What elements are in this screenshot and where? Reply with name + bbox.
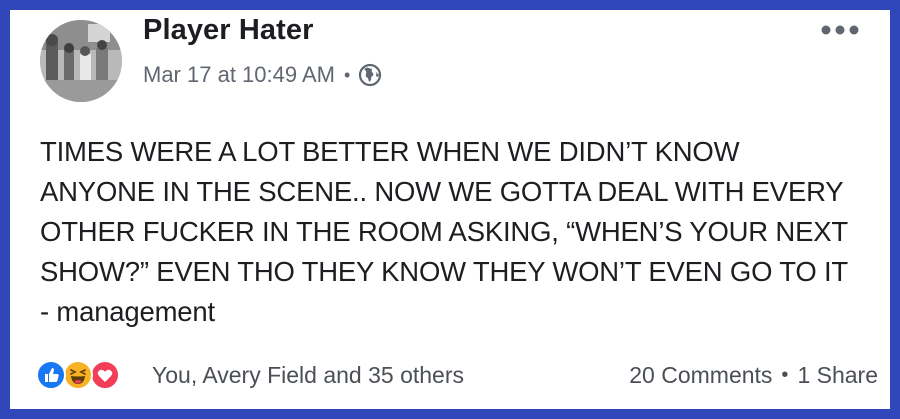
post-text-line: - management [40,296,215,327]
post-text-line: ANYONE IN THE SCENE.. NOW WE GOTTA DEAL … [40,176,844,207]
post-text-line: OTHER FUCKER IN THE ROOM ASKING, “WHEN’S… [40,216,848,247]
engagement-counts: 20 Comments • 1 Share [629,360,878,390]
post-timestamp[interactable]: Mar 17 at 10:49 AM [143,62,335,88]
facebook-post: Player Hater Mar 17 at 10:49 AM • TIMES … [10,10,890,409]
comments-link[interactable]: 20 Comments [629,362,772,389]
avatar-photo [40,20,122,102]
author-name[interactable]: Player Hater [143,14,313,47]
post-text-line: SHOW?” EVEN THO THEY KNOW THEY WON’T EVE… [40,256,849,287]
post-meta: Mar 17 at 10:49 AM • [143,62,382,88]
more-options-icon[interactable] [820,23,860,37]
reaction-icons[interactable] [36,360,144,390]
globe-icon[interactable] [358,63,382,87]
haha-icon [63,360,93,390]
like-icon [36,360,66,390]
avatar[interactable] [40,20,122,102]
shares-link[interactable]: 1 Share [797,362,878,389]
counts-separator: • [781,363,789,386]
meta-separator: • [344,64,351,85]
reactors-text[interactable]: You, Avery Field and 35 others [152,362,464,389]
post-text-line: TIMES WERE A LOT BETTER WHEN WE DIDN’T K… [40,136,740,167]
love-icon [90,360,120,390]
post-text: TIMES WERE A LOT BETTER WHEN WE DIDN’T K… [40,132,880,332]
reactions-summary[interactable]: You, Avery Field and 35 others [36,360,464,390]
